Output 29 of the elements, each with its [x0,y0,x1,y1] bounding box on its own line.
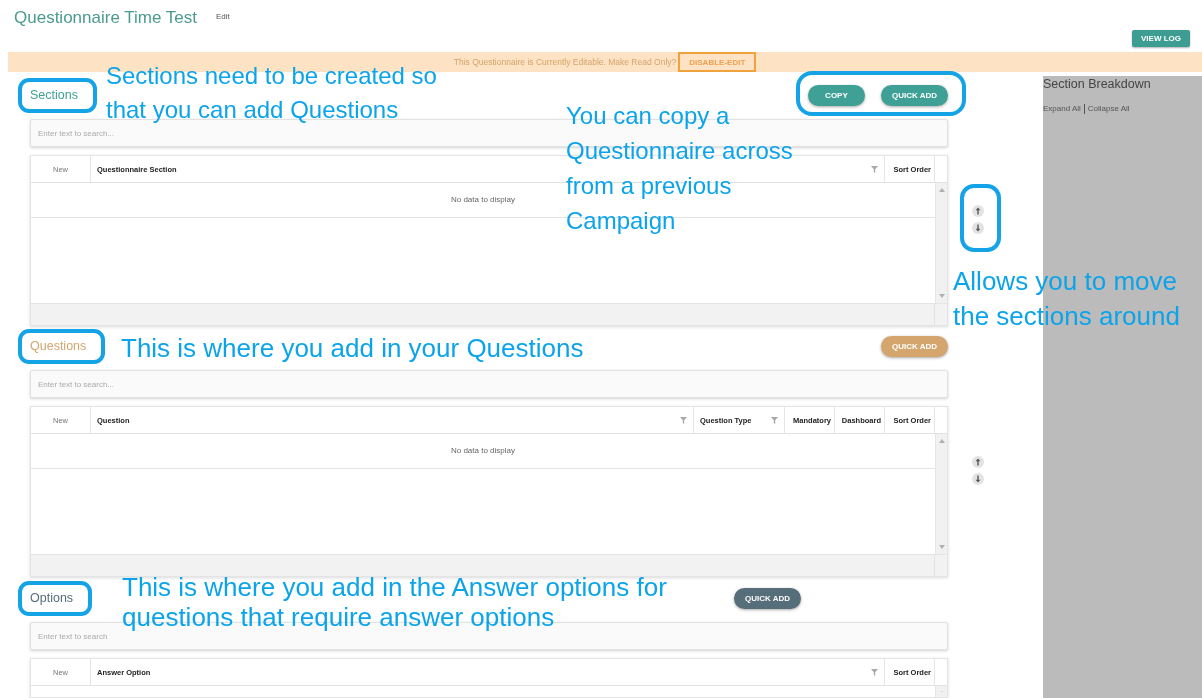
scroll-up-icon[interactable] [938,188,945,192]
scroll-down-icon[interactable] [938,294,945,298]
page-title: Questionnaire Time Test [14,8,197,28]
scrollbar[interactable] [935,434,947,554]
action-button[interactable]: QUICK ADD [733,587,801,609]
filter-icon[interactable] [771,416,778,424]
scrollbar[interactable] [935,183,947,303]
panel-link[interactable]: Collapse All [1083,104,1130,114]
notice-text: This Questionnaire is Currently Editable. Make Read Only? [453,57,677,67]
scroll-up-icon[interactable] [938,439,945,443]
scroll-down-icon[interactable] [938,545,945,549]
scrollbar[interactable] [935,686,947,697]
filter-icon[interactable] [871,165,878,173]
section-title: Options [18,580,93,616]
empty-message: No data to display [450,446,515,456]
annotation-text: This is where you add in your Questions [121,332,585,365]
annotation-text: Allows you to move the sections around [953,265,1181,333]
section-title: Questions [18,328,106,364]
search-field[interactable]: Enter text to search... [30,370,948,398]
section-title: Sections [18,77,97,113]
action-button[interactable]: COPY [807,84,865,106]
view-log-button[interactable]: VIEW LOG [1132,30,1190,47]
empty-message: No data to display [450,195,515,205]
filter-icon[interactable] [871,668,878,676]
panel-title: Section Breakdown [1043,76,1152,92]
edit-link[interactable]: Edit [216,12,230,22]
filter-icon[interactable] [680,416,687,424]
panel-link[interactable]: Expand All [1043,104,1081,114]
action-button[interactable]: QUICK ADD [880,84,948,106]
